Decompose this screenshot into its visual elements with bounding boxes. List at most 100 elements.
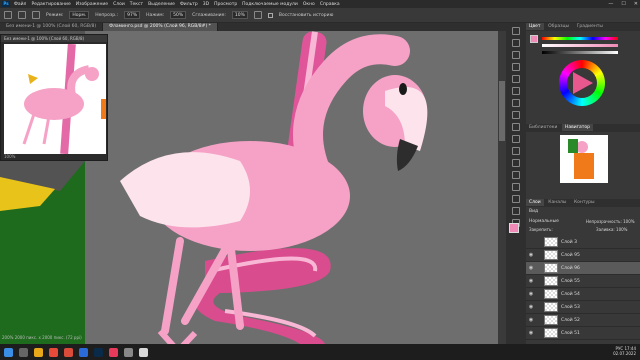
layer-row[interactable]: ◉ Слой 51 (526, 327, 640, 340)
character-icon[interactable] (512, 75, 520, 83)
system-tray[interactable]: РУС 17:44 02.07.2022 (613, 346, 636, 356)
menu-layers[interactable]: Слои (113, 2, 125, 7)
properties-icon[interactable] (512, 39, 520, 47)
text-icon[interactable] (512, 195, 520, 203)
close-icon[interactable]: ✕ (634, 1, 638, 7)
maximize-icon[interactable]: ☐ (621, 1, 625, 7)
eye-icon[interactable]: ◉ (526, 291, 536, 297)
history-icon[interactable] (512, 27, 520, 35)
brush-tool-icon[interactable] (18, 11, 26, 19)
brush-settings-icon[interactable] (512, 63, 520, 71)
tab-navigator[interactable]: Навигатор (561, 124, 594, 131)
tab-layers[interactable]: Слои (526, 199, 544, 206)
fill-label: Заливка: (596, 227, 615, 232)
eye-icon[interactable]: ◉ (526, 330, 536, 336)
paragraph-icon[interactable] (512, 87, 520, 95)
menu-window[interactable]: Окно (303, 2, 315, 7)
settings-gear-icon[interactable] (253, 11, 262, 19)
mode-select[interactable]: Норм. (69, 11, 90, 19)
flow-label: Нажим: (146, 12, 165, 18)
layer-opacity-value[interactable]: 100% (623, 219, 634, 224)
smoothing-field[interactable]: 10% (231, 11, 248, 19)
tab-float-doc[interactable]: Без имени-1 @ 100% (Слой 60, RGB/8) (0, 23, 104, 31)
media-player-icon[interactable] (109, 347, 118, 357)
layer-row[interactable]: ◉ Слой 52 (526, 314, 640, 327)
layer-name: Слой 55 (561, 278, 580, 284)
eye-icon[interactable]: ◉ (526, 317, 536, 323)
eye-icon[interactable]: ◉ (526, 304, 536, 310)
app-icon[interactable] (124, 347, 133, 357)
tab-libraries[interactable]: Библиотеки (526, 124, 560, 131)
hue-slider[interactable] (542, 37, 618, 40)
menu-type[interactable]: Текст (130, 2, 143, 7)
minimize-icon[interactable]: — (608, 1, 613, 7)
layer-name: Слой 3 (561, 239, 577, 245)
tab-channels[interactable]: Каналы (545, 199, 569, 206)
app-icon[interactable] (139, 347, 148, 357)
windows-start-icon[interactable] (4, 347, 13, 357)
restore-history-checkbox[interactable] (267, 12, 273, 18)
eraser-icon[interactable] (512, 159, 520, 167)
floating-document-title[interactable]: Без имени-1 @ 100% (Слой 60, RGB/8) (1, 35, 107, 42)
tab-paths[interactable]: Контуры (571, 199, 598, 206)
layer-thumbnail (544, 289, 558, 299)
menu-3d[interactable]: 3D (203, 2, 209, 7)
menu-view[interactable]: Просмотр (214, 2, 237, 7)
eye-icon[interactable]: ◉ (526, 278, 536, 284)
tab-gradients[interactable]: Градиенты (574, 23, 606, 30)
vertical-scrollbar (498, 31, 506, 344)
styles-icon[interactable] (512, 99, 520, 107)
menu-plugins[interactable]: Подключаемые модули (242, 2, 298, 7)
layer-row[interactable]: ◉ Слой 54 (526, 288, 640, 301)
opacity-field[interactable]: 97% (124, 11, 141, 19)
color-wheel[interactable] (559, 60, 605, 106)
eye-icon[interactable]: ◉ (526, 252, 536, 258)
menu-filter[interactable]: Фильтр (180, 2, 198, 7)
foreground-color-swatch[interactable] (509, 223, 519, 233)
layer-row[interactable]: ◉ Слой 95 (526, 249, 640, 262)
brightness-slider[interactable] (542, 51, 618, 54)
layer-row-selected[interactable]: ◉ Слой 96 (526, 262, 640, 275)
menu-select[interactable]: Выделение (148, 2, 175, 7)
layer-row[interactable]: ◉ Слой 55 (526, 275, 640, 288)
menu-edit[interactable]: Редактирование (31, 2, 70, 7)
blend-mode-select[interactable]: Нормальные (529, 219, 559, 224)
home-icon[interactable] (4, 11, 12, 19)
layer-row[interactable]: ◉ Слой 53 (526, 301, 640, 314)
pen-icon[interactable] (512, 183, 520, 191)
tab-flamingo[interactable]: Фламинго.psd @ 200% (Слой 96, RGB/8#) * (103, 23, 218, 31)
brush-icon[interactable] (512, 135, 520, 143)
adjustments-icon[interactable] (512, 51, 520, 59)
color-fg-swatch[interactable] (530, 35, 538, 43)
file-explorer-icon[interactable] (34, 347, 43, 357)
navigator-preview[interactable] (560, 135, 608, 183)
telegram-icon[interactable] (79, 347, 88, 357)
opera-icon[interactable] (64, 347, 73, 357)
tab-swatches[interactable]: Образцы (545, 23, 572, 30)
brush-preset-icon[interactable] (32, 11, 40, 19)
hand-icon[interactable] (512, 207, 520, 215)
menu-image[interactable]: Изображение (76, 2, 108, 7)
swatches-icon[interactable] (512, 111, 520, 119)
photoshop-taskbar-icon[interactable] (94, 347, 103, 357)
kind-filter-label[interactable]: Вид (529, 209, 538, 214)
gradient-icon[interactable] (512, 171, 520, 179)
eyedropper-icon[interactable] (512, 123, 520, 131)
layer-name: Слой 96 (561, 265, 580, 271)
menu-file[interactable]: Файл (14, 2, 26, 7)
clock-date: 02.07.2022 (613, 351, 636, 356)
layer-thumbnail (544, 315, 558, 325)
floating-document-window[interactable]: Без имени-1 @ 100% (Слой 60, RGB/8) 100% (0, 34, 108, 161)
search-icon[interactable] (19, 347, 28, 357)
layer-row[interactable]: Слой 3 (526, 236, 640, 249)
menu-help[interactable]: Справка (320, 2, 340, 7)
stamp-icon[interactable] (512, 147, 520, 155)
fill-value[interactable]: 100% (616, 227, 627, 232)
menu-bar: Ps Файл Редактирование Изображение Слои … (0, 0, 640, 8)
floating-document-canvas[interactable] (4, 43, 106, 155)
yandex-browser-icon[interactable] (49, 347, 58, 357)
tab-color[interactable]: Цвет (526, 23, 544, 30)
saturation-slider[interactable] (542, 44, 618, 47)
flow-field[interactable]: 50% (170, 11, 187, 19)
eye-icon[interactable]: ◉ (526, 265, 536, 271)
